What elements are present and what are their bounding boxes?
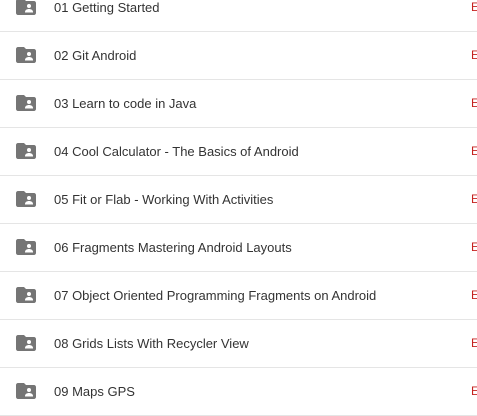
folder-row[interactable]: 06 Fragments Mastering Android Layouts E: [0, 224, 477, 272]
shared-folder-icon: [16, 287, 36, 303]
folder-trailing-text: E: [471, 192, 477, 206]
folder-row[interactable]: 09 Maps GPS E: [0, 368, 477, 416]
folder-name: 03 Learn to code in Java: [54, 96, 197, 111]
folder-name: 06 Fragments Mastering Android Layouts: [54, 240, 292, 255]
shared-folder-icon: [16, 383, 36, 399]
shared-folder-icon: [16, 191, 36, 207]
folder-row[interactable]: 05 Fit or Flab - Working With Activities…: [0, 176, 477, 224]
folder-trailing-text: E: [471, 384, 477, 398]
folder-trailing-text: E: [471, 240, 477, 254]
shared-folder-icon: [16, 335, 36, 351]
shared-folder-icon: [16, 95, 36, 111]
folder-name: 04 Cool Calculator - The Basics of Andro…: [54, 144, 299, 159]
folder-trailing-text: E: [471, 0, 477, 14]
folder-list: 01 Getting Started E 02 Git Android E 03…: [0, 0, 477, 416]
shared-folder-icon: [16, 47, 36, 63]
folder-row[interactable]: 02 Git Android E: [0, 32, 477, 80]
folder-row[interactable]: 08 Grids Lists With Recycler View E: [0, 320, 477, 368]
folder-name: 08 Grids Lists With Recycler View: [54, 336, 249, 351]
shared-folder-icon: [16, 239, 36, 255]
folder-name: 07 Object Oriented Programming Fragments…: [54, 288, 377, 303]
folder-trailing-text: E: [471, 48, 477, 62]
folder-trailing-text: E: [471, 336, 477, 350]
shared-folder-icon: [16, 0, 36, 15]
folder-row[interactable]: 01 Getting Started E: [0, 0, 477, 32]
folder-trailing-text: E: [471, 144, 477, 158]
shared-folder-icon: [16, 143, 36, 159]
folder-row[interactable]: 04 Cool Calculator - The Basics of Andro…: [0, 128, 477, 176]
folder-name: 02 Git Android: [54, 48, 137, 63]
folder-row[interactable]: 07 Object Oriented Programming Fragments…: [0, 272, 477, 320]
folder-trailing-text: E: [471, 96, 477, 110]
folder-row[interactable]: 03 Learn to code in Java E: [0, 80, 477, 128]
folder-trailing-text: E: [471, 288, 477, 302]
folder-name: 01 Getting Started: [54, 0, 160, 15]
folder-name: 09 Maps GPS: [54, 384, 135, 399]
folder-name: 05 Fit or Flab - Working With Activities: [54, 192, 274, 207]
